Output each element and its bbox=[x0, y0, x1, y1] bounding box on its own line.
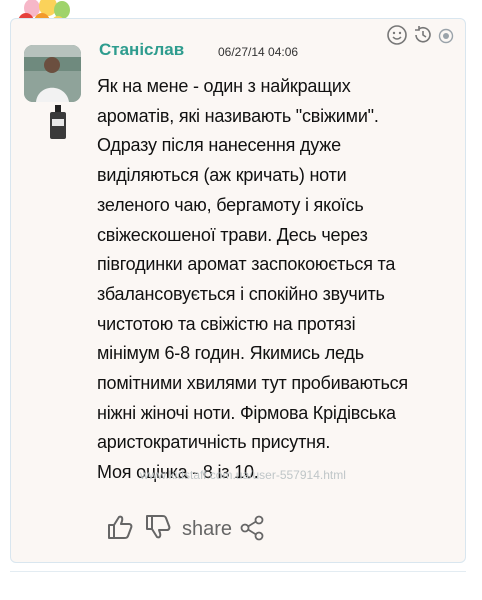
review-line: Одразу після нанесення дуже bbox=[97, 135, 341, 156]
divider bbox=[10, 571, 466, 572]
review-line: ніжні жіночі ноти. Фірмова Крідівська bbox=[97, 402, 396, 423]
smile-icon[interactable] bbox=[386, 24, 408, 51]
review-line: мінімум 6-8 годин. Якимись ледь bbox=[97, 343, 364, 364]
review-line: збалансовується і спокійно звучить bbox=[97, 283, 385, 304]
history-icon[interactable] bbox=[412, 24, 434, 51]
watermark: www.kidstaff.com.ua/user-557914.html bbox=[140, 468, 346, 482]
author-name[interactable]: Станіслав bbox=[99, 40, 184, 60]
review-line: чистотою та свіжістю на протязі bbox=[97, 313, 356, 334]
review-line: виділяються (аж кричать) ноти bbox=[97, 165, 347, 186]
review-line: аристократичність присутня. bbox=[97, 432, 331, 453]
review-line: зеленого чаю, бергамоту і якоїсь bbox=[97, 194, 364, 215]
toggle-icon[interactable] bbox=[438, 28, 454, 49]
share-label[interactable]: share bbox=[182, 518, 232, 541]
avatar[interactable] bbox=[24, 45, 81, 102]
review-text: Як на мене - один з найкращих ароматів, … bbox=[97, 72, 462, 488]
review-line: ароматів, які називають "свіжими". bbox=[97, 105, 379, 126]
review-line: свіжескошеної трави. Десь через bbox=[97, 224, 368, 245]
review-line: півгодинки аромат заспокоюється та bbox=[97, 254, 396, 275]
perfume-bottle-image bbox=[47, 105, 69, 141]
thumbs-up-icon[interactable] bbox=[106, 513, 134, 546]
top-actions bbox=[386, 24, 456, 48]
review-line: Як на мене - один з найкращих bbox=[97, 76, 351, 96]
share-icon[interactable] bbox=[240, 515, 264, 546]
review-line: помітними хвилями тут пробиваються bbox=[97, 373, 408, 394]
review-date: 06/27/14 04:06 bbox=[218, 45, 299, 59]
thumbs-down-icon[interactable] bbox=[144, 513, 172, 546]
